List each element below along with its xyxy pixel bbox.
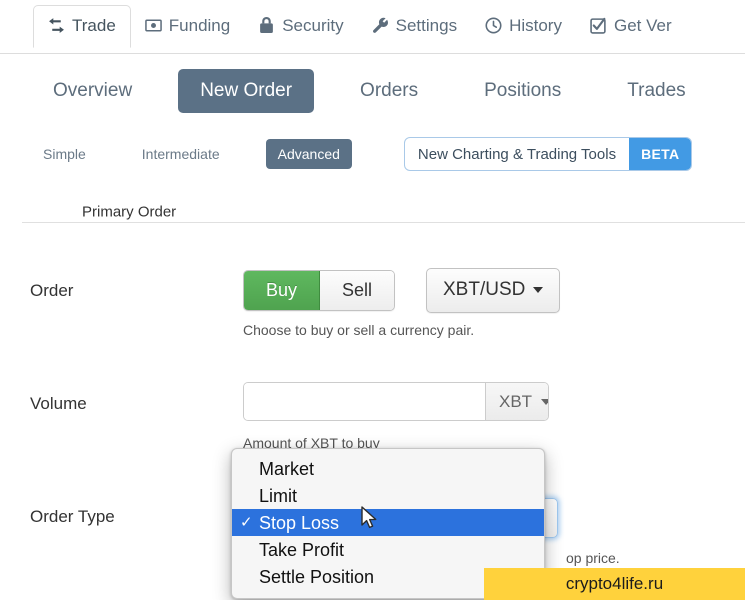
order-help-text: Choose to buy or sell a currency pair. [243, 322, 475, 338]
lock-icon [258, 17, 275, 34]
tab-label: Get Ver [613, 16, 672, 35]
subnav-item-orders[interactable]: Orders [340, 71, 438, 111]
buy-button[interactable]: Buy [244, 271, 321, 311]
currency-pair-value: XBT/USD [443, 279, 526, 300]
wrench-icon [372, 17, 389, 34]
dropdown-option-take-profit[interactable]: Take Profit [232, 536, 544, 563]
dropdown-option-label: Take Profit [259, 539, 345, 560]
banknote-icon [144, 17, 162, 34]
sell-button[interactable]: Sell [320, 271, 395, 311]
tab-funding[interactable]: Funding [131, 6, 244, 47]
site-watermark: crypto4life.ru [484, 568, 745, 600]
subnav-item-new-order[interactable]: New Order [178, 69, 315, 113]
check-square-icon [590, 17, 607, 34]
new-charting-tools-promo[interactable]: New Charting & Trading Tools BETA [403, 137, 693, 171]
order-type-label: Order Type [30, 507, 115, 526]
fieldset-divider [22, 222, 745, 223]
tab-label: Settings [395, 16, 458, 35]
check-icon: ✓ [240, 514, 253, 531]
tab-trade[interactable]: Trade [33, 5, 131, 48]
order-label: Order [30, 281, 74, 300]
volume-unit-dropdown[interactable]: XBT [485, 383, 548, 420]
tab-label: Funding [168, 16, 231, 35]
mode-item-advanced[interactable]: Advanced [265, 138, 352, 170]
mode-selector-row: Simple Intermediate Advanced New Chartin… [0, 128, 745, 180]
tab-label: History [509, 16, 562, 35]
primary-order-fieldset: Primary Order [22, 203, 745, 223]
volume-unit-label: XBT [499, 391, 533, 411]
tab-label: Trade [72, 16, 116, 35]
volume-input-group: XBT [243, 382, 549, 421]
tab-label: Security [282, 16, 344, 35]
tab-get-verified[interactable]: Get Ver [576, 6, 686, 47]
main-tab-bar: Trade Funding Security Settings History … [0, 0, 745, 54]
promo-label: New Charting & Trading Tools [417, 145, 617, 163]
kraken-new-order-page: Trade Funding Security Settings History … [0, 0, 745, 600]
volume-label: Volume [30, 394, 87, 413]
primary-order-legend: Primary Order [72, 203, 187, 221]
dropdown-option-label: Stop Loss [259, 512, 340, 533]
subnav-item-trades[interactable]: Trades [607, 71, 705, 111]
subnav-item-overview[interactable]: Overview [33, 71, 152, 111]
buy-sell-toggle-group: Buy Sell [243, 270, 396, 312]
chevron-down-icon [533, 287, 544, 294]
dropdown-option-label: Market [259, 458, 315, 479]
clock-icon [485, 17, 502, 34]
watermark-text: crypto4life.ru [565, 574, 664, 593]
tab-history[interactable]: History [471, 6, 576, 47]
mode-item-intermediate[interactable]: Intermediate [132, 140, 230, 168]
dropdown-option-limit[interactable]: Limit [232, 482, 544, 509]
currency-pair-dropdown-button[interactable]: XBT/USD [426, 268, 561, 313]
subnav-item-positions[interactable]: Positions [464, 71, 581, 111]
exchange-icon [48, 17, 65, 34]
chevron-down-icon [541, 398, 548, 405]
mode-item-simple[interactable]: Simple [33, 140, 96, 168]
tab-settings[interactable]: Settings [358, 6, 471, 47]
tab-security[interactable]: Security [244, 6, 357, 47]
dropdown-option-market[interactable]: Market [232, 455, 544, 482]
dropdown-option-label: Settle Position [259, 566, 375, 587]
beta-badge: BETA [629, 138, 692, 170]
order-type-help-text: op price. [566, 550, 620, 566]
dropdown-option-stop-loss[interactable]: ✓ Stop Loss [232, 509, 544, 536]
dropdown-option-label: Limit [259, 485, 298, 506]
volume-input[interactable] [244, 383, 485, 420]
order-subnav: Overview New Order Orders Positions Trad… [0, 62, 745, 120]
